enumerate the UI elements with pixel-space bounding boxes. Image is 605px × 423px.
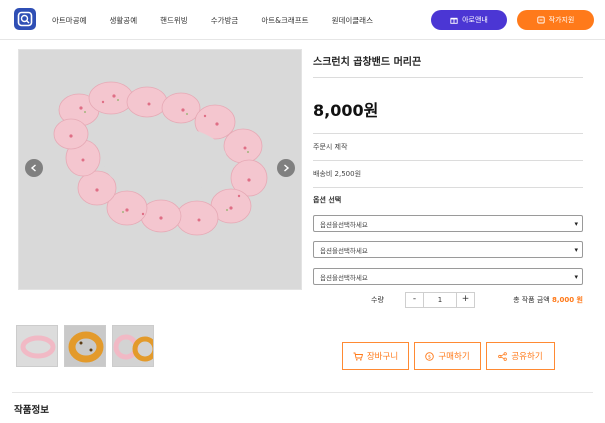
artist-apply-button-label: 작가지원 [548,16,575,24]
buy-now-button[interactable]: $ 구매하기 [414,342,481,370]
product-main-image [18,49,302,290]
thumbnail-image [17,326,57,366]
total-price-label: 총 작품 금액 [513,296,550,304]
add-to-cart-label: 장바구니 [366,352,399,362]
nav-item-artma[interactable]: 아트마공예 [52,15,87,26]
option-select-value: 옵션을선택하세요 [320,273,368,282]
total-price-amount: 8,000 원 [551,296,583,304]
buy-now-label: 구매하기 [438,352,470,362]
option-select-3[interactable]: 옵션을선택하세요 ▾ [313,268,583,285]
thumbnail-image [113,326,153,366]
shipping-fee-text: 배송비 2,500원 [313,170,362,178]
nav-item-bag[interactable]: 수가방금 [211,15,239,26]
nav-item-hand-weaving[interactable]: 핸드위빙 [160,15,188,26]
option-select-2[interactable]: 옵션을선택하세요 ▾ [313,241,583,258]
purchase-actions: 장바구니 $ 구매하기 공유하기 [342,342,555,370]
product-title: 스크런치 곱창밴드 머리끈 [313,57,422,68]
chevron-down-icon: ▾ [574,219,578,228]
gift-icon [450,17,458,24]
artist-apply-button[interactable]: 작가지원 [517,10,594,30]
cart-icon [353,352,363,361]
divider [313,187,583,188]
ilobe-button-label: 아로앤내 [462,16,488,24]
quantity-decrease-button[interactable]: - [406,293,423,307]
quantity-label: 수량 [371,296,384,304]
site-header: 아트마공예 생활공예 핸드위빙 수가방금 아트&크래프트 원데이클래스 아로앤내… [0,0,605,40]
option-label: 옵션 선택 [313,196,342,204]
product-price: 8,000원 [313,101,379,120]
palette-icon [536,16,545,24]
quantity-input[interactable]: 1 [423,293,457,307]
thumbnail-list [16,325,154,367]
divider [313,77,583,78]
thumbnail-3[interactable] [112,325,154,367]
chevron-down-icon: ▾ [574,272,578,281]
divider [313,133,583,134]
share-label: 공유하기 [511,352,543,362]
total-price: 총 작품 금액 8,000 원 [513,295,583,305]
main-nav: 아트마공예 생활공예 핸드위빙 수가방금 아트&크래프트 원데이클래스 [52,15,396,26]
site-logo[interactable] [14,8,36,30]
thumbnail-image [65,326,105,366]
chevron-left-icon [30,164,36,172]
nav-item-art-craft[interactable]: 아트&크래프트 [261,15,308,26]
product-details-heading[interactable]: 작품정보 [14,402,49,416]
nav-item-one-day-class[interactable]: 원데이클래스 [332,15,373,26]
option-select-value: 옵션을선택하세요 [320,220,368,229]
scrunchie-photo [19,50,301,289]
coin-icon: $ [425,351,435,361]
add-to-cart-button[interactable]: 장바구니 [342,342,409,370]
thumbnail-1[interactable] [16,325,58,367]
chevron-down-icon: ▾ [574,245,578,254]
option-select-1[interactable]: 옵션을선택하세요 ▾ [313,215,583,232]
option-select-value: 옵션을선택하세요 [320,246,368,255]
quantity-row: 수량 - 1 + 총 작품 금액 8,000 원 [313,292,583,308]
nav-item-living-craft[interactable]: 생활공예 [110,15,138,26]
ilobe-button[interactable]: 아로앤내 [431,10,507,30]
logo-icon [17,11,33,27]
chevron-right-icon [284,164,290,172]
divider [12,392,593,393]
share-icon [498,351,508,361]
made-to-order-text: 주문시 제작 [313,143,348,151]
svg-text:$: $ [428,354,431,360]
share-button[interactable]: 공유하기 [486,342,555,370]
quantity-increase-button[interactable]: + [457,293,474,307]
thumbnail-2[interactable] [64,325,106,367]
next-image-button[interactable] [277,159,295,177]
quantity-stepper: - 1 + [405,292,475,308]
prev-image-button[interactable] [25,159,43,177]
divider [313,160,583,161]
